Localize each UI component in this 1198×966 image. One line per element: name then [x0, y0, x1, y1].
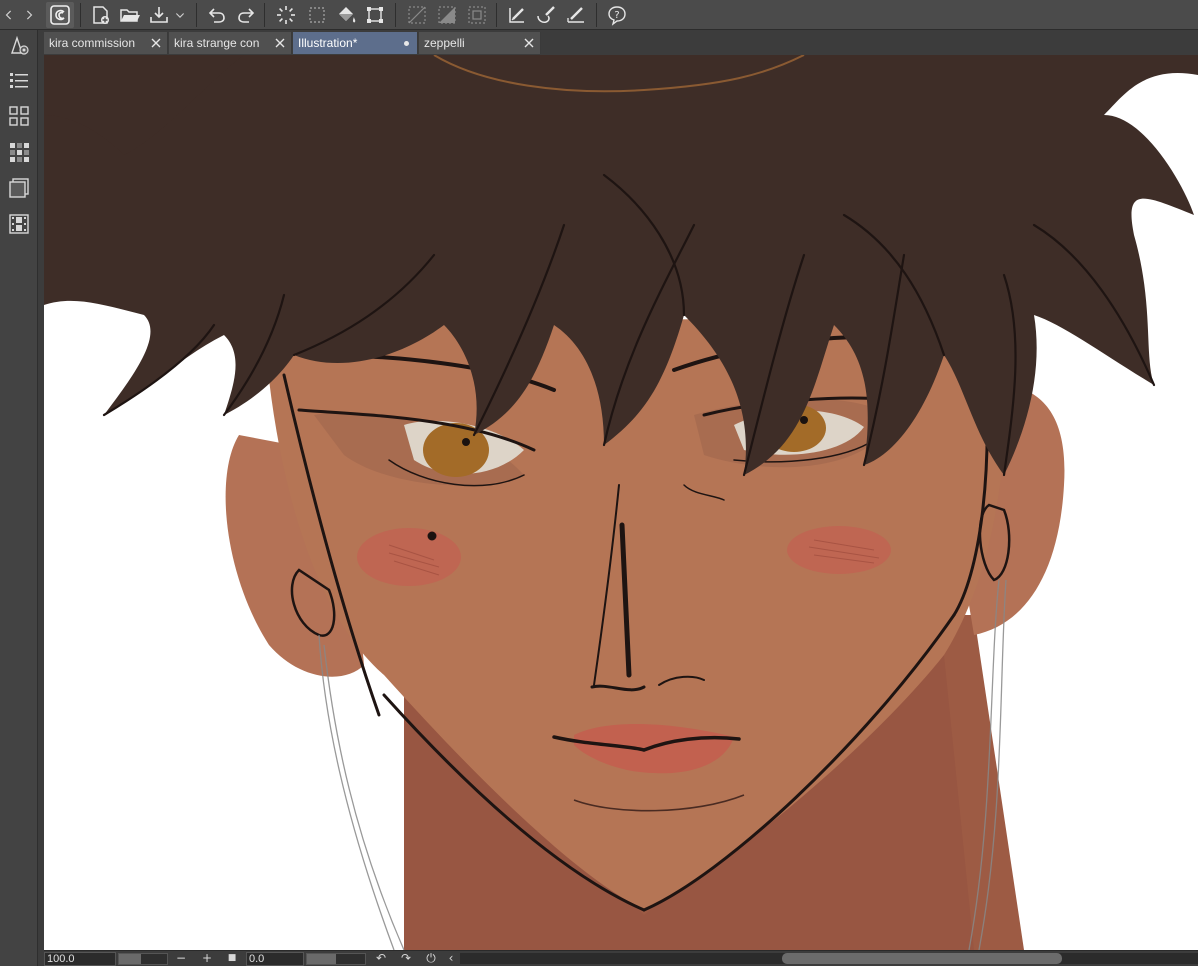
- zoom-field[interactable]: 100.0: [44, 952, 116, 966]
- tab-illustration[interactable]: Illustration*: [293, 32, 418, 54]
- deselect-icon[interactable]: [464, 2, 490, 28]
- tab-kira-strange-con[interactable]: kira strange con: [169, 32, 292, 54]
- left-toolbar: [0, 30, 38, 966]
- save-dropdown-chevron-icon[interactable]: [172, 2, 188, 28]
- hair-shape: [44, 55, 1198, 475]
- toolbar-separator: [395, 3, 396, 27]
- portrait-illustration: [44, 55, 1198, 950]
- clip-studio-logo-icon[interactable]: [46, 2, 74, 28]
- undo-icon[interactable]: [204, 2, 230, 28]
- reset-rotation-button[interactable]: ⏻: [424, 951, 438, 966]
- status-bar: 100.0 − + ■ 0.0 ↶ ↷ ⏻ ‹: [44, 950, 1198, 966]
- loading-spinner-icon[interactable]: [273, 2, 299, 28]
- transform-icon[interactable]: [362, 2, 388, 28]
- ruler-snap-icon[interactable]: [563, 2, 589, 28]
- pen-tool-icon[interactable]: [5, 31, 33, 59]
- pen-settings-icon[interactable]: [504, 2, 530, 28]
- layer-panel-icon[interactable]: [5, 174, 33, 202]
- tab-label: kira strange con: [174, 36, 260, 50]
- rotation-slider-fill: [307, 954, 336, 964]
- tab-zeppelli[interactable]: zeppelli: [419, 32, 541, 54]
- horizontal-scrollbar-thumb[interactable]: [782, 953, 1062, 964]
- tab-label: Illustration*: [298, 36, 358, 50]
- rotate-left-button[interactable]: ↶: [374, 951, 388, 966]
- zoom-in-button[interactable]: +: [200, 951, 214, 966]
- zoom-slider[interactable]: [118, 953, 168, 965]
- redo-icon[interactable]: [233, 2, 259, 28]
- zoom-slider-fill: [119, 954, 141, 964]
- document-tab-bar: kira commission kira strange con Illustr…: [44, 32, 1198, 54]
- rotation-slider[interactable]: [306, 953, 366, 965]
- svg-text:?: ?: [614, 10, 619, 21]
- command-bar: ?: [0, 0, 1198, 30]
- close-icon[interactable]: [149, 32, 163, 54]
- sub-tool-icon[interactable]: [5, 102, 33, 130]
- layer-properties-icon[interactable]: [5, 67, 33, 95]
- left-cheek-blush: [357, 528, 461, 586]
- rotate-right-button[interactable]: ↷: [399, 951, 413, 966]
- save-icon[interactable]: [146, 2, 172, 28]
- color-set-icon[interactable]: [5, 138, 33, 166]
- brush-settings-icon[interactable]: [533, 2, 559, 28]
- toolbar-separator: [596, 3, 597, 27]
- toolbar-separator: [80, 3, 81, 27]
- tab-label: kira commission: [49, 36, 136, 50]
- close-icon[interactable]: [273, 32, 287, 54]
- timeline-icon[interactable]: [5, 210, 33, 238]
- toolbar-separator: [264, 3, 265, 27]
- tab-kira-commission[interactable]: kira commission: [44, 32, 168, 54]
- open-folder-icon[interactable]: [117, 2, 143, 28]
- unsaved-dot-icon: [404, 41, 409, 46]
- drawing-canvas[interactable]: [44, 55, 1198, 950]
- zoom-out-button[interactable]: −: [174, 951, 188, 966]
- fit-to-window-button[interactable]: ■: [225, 951, 239, 966]
- toolbar-separator: [196, 3, 197, 27]
- companion-help-icon[interactable]: ?: [604, 2, 630, 28]
- toolbar-separator: [496, 3, 497, 27]
- fill-selection-icon[interactable]: [434, 2, 460, 28]
- scroll-left-button[interactable]: ‹: [444, 951, 458, 966]
- rotation-field[interactable]: 0.0: [246, 952, 304, 966]
- fill-bucket-icon[interactable]: [333, 2, 359, 28]
- nav-back-icon[interactable]: [0, 2, 18, 28]
- close-icon[interactable]: [522, 32, 536, 54]
- new-file-icon[interactable]: [88, 2, 114, 28]
- clear-outside-selection-icon[interactable]: [404, 2, 430, 28]
- nav-forward-icon[interactable]: [20, 2, 38, 28]
- app-window: ? kira commission kira strange con Illus…: [0, 0, 1198, 966]
- right-cheek-blush: [787, 526, 891, 574]
- tab-label: zeppelli: [424, 36, 465, 50]
- select-all-icon[interactable]: [304, 2, 330, 28]
